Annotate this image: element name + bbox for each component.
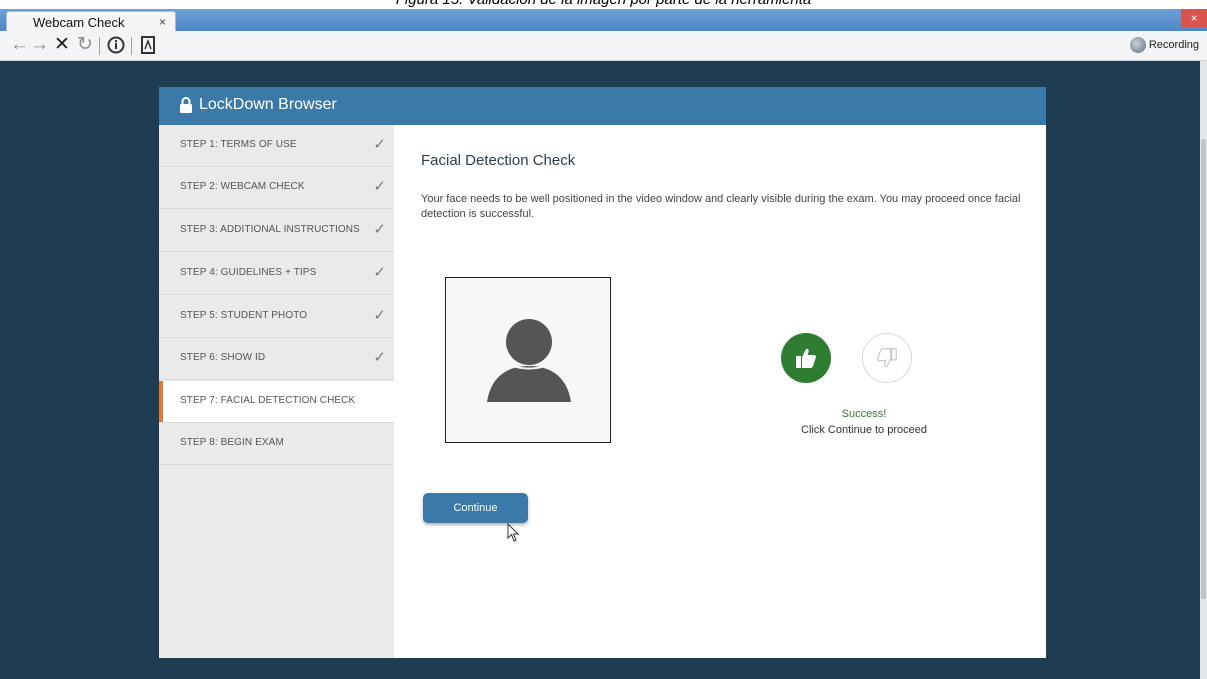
continue-button[interactable]: Continue <box>423 493 528 523</box>
back-arrow-icon[interactable]: ← <box>10 34 29 56</box>
steps-sidebar: STEP 1: TERMS OF USE ✓ STEP 2: WEBCAM CH… <box>159 125 394 658</box>
step-begin-exam[interactable]: STEP 8: BEGIN EXAM <box>159 423 394 465</box>
tab-title: Webcam Check <box>33 15 125 30</box>
main-content: Facial Detection Check Your face needs t… <box>394 125 1046 658</box>
success-message: Success! <box>841 408 887 420</box>
checkmark-icon: ✓ <box>373 307 386 324</box>
thumbs-up-button[interactable] <box>781 333 831 383</box>
scroll-thumb[interactable] <box>1201 139 1206 599</box>
step-webcam-check[interactable]: STEP 2: WEBCAM CHECK ✓ <box>159 167 394 209</box>
step-additional-instructions[interactable]: STEP 3: ADDITIONAL INSTRUCTIONS ✓ <box>159 210 394 252</box>
thumbs-up-icon <box>796 348 816 368</box>
forward-arrow-icon[interactable]: → <box>30 34 49 56</box>
step-label: STEP 1: TERMS OF USE <box>180 139 297 150</box>
stop-icon[interactable]: ✕ <box>52 34 72 56</box>
user-silhouette-icon <box>487 319 571 402</box>
browser-toolbar: ← → ✕ ↻ Recording <box>0 31 1207 61</box>
title-bar <box>0 9 1207 31</box>
reload-icon[interactable]: ↻ <box>76 34 94 56</box>
thumbs-down-button[interactable] <box>862 333 912 383</box>
app-title: LockDown Browser <box>199 96 337 113</box>
webcam-video-window <box>445 277 611 443</box>
recording-indicator[interactable]: Recording <box>1129 37 1199 53</box>
toolbar-separator <box>99 37 100 55</box>
figure-caption: Figura 15. Validación de la imagen por p… <box>0 0 1207 9</box>
step-terms-of-use[interactable]: STEP 1: TERMS OF USE ✓ <box>159 125 394 167</box>
tab-close-icon[interactable]: × <box>159 15 166 29</box>
checkmark-icon: ✓ <box>373 349 386 366</box>
info-icon[interactable] <box>106 34 126 56</box>
step-student-photo[interactable]: STEP 5: STUDENT PHOTO ✓ <box>159 296 394 338</box>
step-label: STEP 2: WEBCAM CHECK <box>180 181 305 192</box>
page-title: Facial Detection Check <box>421 152 576 169</box>
step-label: STEP 5: STUDENT PHOTO <box>180 310 308 321</box>
mouse-cursor-icon <box>507 523 520 542</box>
proceed-message: Click Continue to proceed <box>801 424 927 436</box>
step-label: STEP 8: BEGIN EXAM <box>180 437 284 448</box>
step-label: STEP 6: SHOW ID <box>180 352 266 363</box>
document-icon[interactable] <box>138 34 158 56</box>
step-show-id[interactable]: STEP 6: SHOW ID ✓ <box>159 338 394 380</box>
step-label: STEP 7: FACIAL DETECTION CHECK <box>180 395 356 406</box>
instructions-text: Your face needs to be well positioned in… <box>421 193 1021 220</box>
recording-label: Recording <box>1148 39 1199 51</box>
step-label: STEP 4: GUIDELINES + TIPS <box>180 267 317 278</box>
checkmark-icon: ✓ <box>373 264 386 281</box>
step-guidelines-tips[interactable]: STEP 4: GUIDELINES + TIPS ✓ <box>159 253 394 295</box>
checkmark-icon: ✓ <box>373 221 386 238</box>
lock-icon <box>180 97 192 113</box>
window-close-button[interactable]: × <box>1181 9 1207 27</box>
checkmark-icon: ✓ <box>373 178 386 195</box>
step-facial-detection-check[interactable]: STEP 7: FACIAL DETECTION CHECK <box>159 381 394 423</box>
thumbs-down-icon <box>877 348 897 368</box>
scrollbar[interactable] <box>1200 61 1207 679</box>
step-label: STEP 3: ADDITIONAL INSTRUCTIONS <box>180 224 360 235</box>
checkmark-icon: ✓ <box>373 136 386 153</box>
app-header: LockDown Browser <box>159 87 1046 125</box>
recording-icon <box>1129 37 1146 53</box>
toolbar-separator <box>131 37 132 55</box>
browser-tab[interactable]: Webcam Check × <box>6 11 176 33</box>
